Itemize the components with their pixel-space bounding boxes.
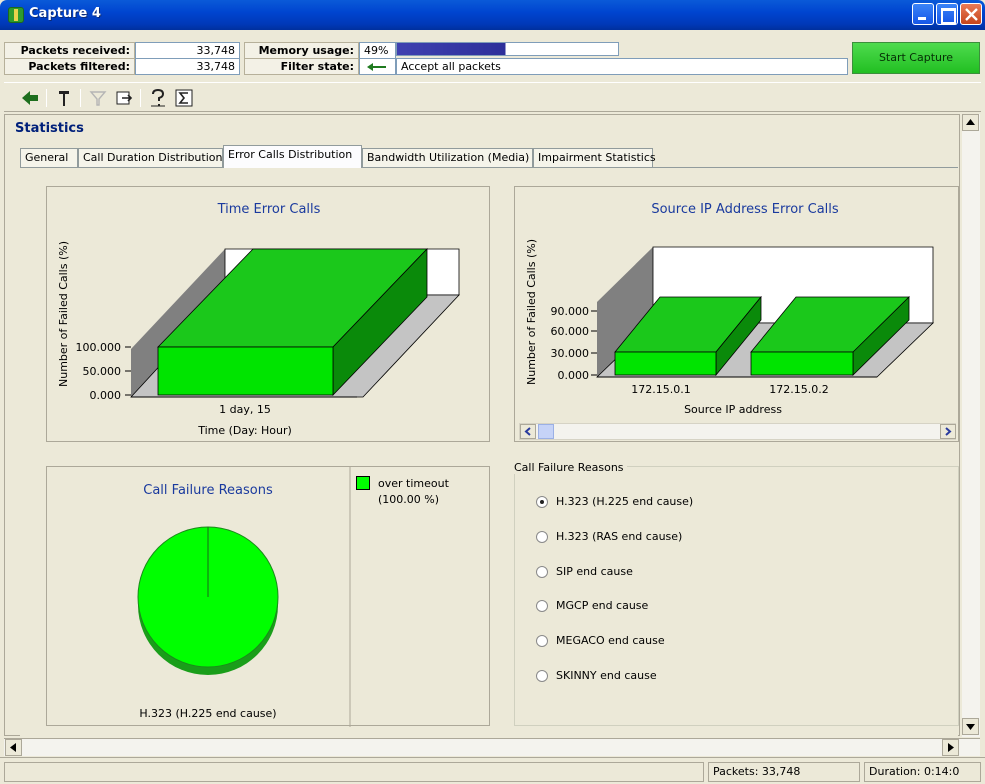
bar-front <box>750 351 854 376</box>
status-message <box>4 762 704 782</box>
y-tick-label: 100.000 <box>76 341 122 354</box>
x-axis-label: Source IP address <box>684 403 782 416</box>
tab-bandwidth-utilization[interactable]: Bandwidth Utilization (Media) <box>362 148 533 167</box>
x-tick-label: 172.15.0.2 <box>769 383 828 396</box>
packets-filtered-value: 33,748 <box>135 58 240 75</box>
x-tick-label: 1 day, 15 <box>219 403 271 416</box>
close-icon <box>965 8 978 21</box>
filter-state-value: Accept all packets <box>396 58 848 75</box>
radio-button[interactable] <box>536 635 548 647</box>
scroll-right-button[interactable] <box>940 424 956 439</box>
legend-swatch <box>356 476 370 490</box>
chart-title: Call Failure Reasons <box>143 483 273 498</box>
tab-error-calls-distribution[interactable]: Error Calls Distribution <box>223 145 362 168</box>
statistics-title: Statistics <box>15 121 84 136</box>
horizontal-scrollbar[interactable] <box>4 738 980 756</box>
pie-caption: H.323 (H.225 end cause) <box>139 707 276 720</box>
bar-front <box>614 351 717 376</box>
toolbar <box>4 82 981 112</box>
y-tick-label: 30.000 <box>551 347 590 360</box>
radio-button[interactable] <box>536 670 548 682</box>
memory-usage-label: Memory usage: <box>244 42 359 59</box>
scroll-down-button[interactable] <box>962 718 979 735</box>
radio-label: MEGACO end cause <box>556 634 665 647</box>
time-error-calls-chart: 100.000 50.000 0.000 1 day, 15 Time (Day… <box>57 202 460 437</box>
radio-label: MGCP end cause <box>556 599 649 612</box>
maximize-button[interactable] <box>936 3 958 25</box>
legend-label: over timeout <box>378 477 450 490</box>
packets-filtered-label: Packets filtered: <box>4 58 135 75</box>
back-arrow-icon[interactable] <box>20 88 40 108</box>
y-tick-label: 60.000 <box>551 325 590 338</box>
tab-call-duration-distribution[interactable]: Call Duration Distribution <box>78 148 223 167</box>
chart-title: Source IP Address Error Calls <box>651 202 839 217</box>
pin-icon[interactable] <box>54 88 74 108</box>
title-bar: Capture 4 <box>0 0 985 30</box>
memory-usage-value: 49% <box>359 42 396 59</box>
minimize-button[interactable] <box>912 3 934 25</box>
filter-state-icon-cell <box>359 58 396 75</box>
status-bar: Packets: 33,748 Duration: 0:14:0 <box>0 757 985 784</box>
chevron-left-icon <box>524 427 531 436</box>
vertical-scrollbar[interactable] <box>961 114 980 737</box>
tab-general[interactable]: General <box>20 148 78 167</box>
triangle-down-icon <box>966 724 975 730</box>
legend-value: (100.00 %) <box>378 493 439 506</box>
packets-received-label: Packets received: <box>4 42 135 59</box>
capture-info-panel: Packets received: 33,748 Packets filtere… <box>4 31 981 77</box>
close-button[interactable] <box>960 3 982 25</box>
app-icon <box>8 7 24 23</box>
x-axis-label: Time (Day: Hour) <box>197 424 292 437</box>
filter-icon[interactable] <box>88 88 108 108</box>
triangle-left-icon <box>10 743 16 752</box>
chart-hscroll[interactable] <box>519 423 956 440</box>
radio-button[interactable] <box>536 566 548 578</box>
bar-front <box>157 346 334 396</box>
triangle-right-icon <box>948 743 954 752</box>
source-ip-error-calls-chart: 90.000 60.000 30.000 0.000 172.15.0.1 17… <box>525 202 934 416</box>
radio-button[interactable] <box>536 496 548 508</box>
status-duration: Duration: 0:14:0 <box>864 762 981 782</box>
x-tick-label: 172.15.0.1 <box>631 383 690 396</box>
call-failure-pie-chart: Call Failure Reasons H.323 (H.225 end ca… <box>137 467 450 727</box>
scroll-left-button[interactable] <box>520 424 536 439</box>
radio-label: H.323 (H.225 end cause) <box>556 495 694 508</box>
chevron-right-icon <box>945 427 952 436</box>
scroll-thumb[interactable] <box>538 424 554 439</box>
sum-icon[interactable] <box>174 88 194 108</box>
y-axis-label: Number of Failed Calls (%) <box>57 241 70 387</box>
call-failure-pie-panel: Call Failure Reasons H.323 (H.225 end ca… <box>46 466 490 727</box>
filter-state-label: Filter state: <box>244 58 359 75</box>
radio-label: H.323 (RAS end cause) <box>556 530 683 543</box>
chart-title: Time Error Calls <box>217 202 321 217</box>
tab-impairment-statistics[interactable]: Impairment Statistics <box>533 148 656 167</box>
scroll-right-button[interactable] <box>942 739 959 756</box>
triangle-up-icon <box>966 119 975 125</box>
radio-label: SKINNY end cause <box>556 669 657 682</box>
memory-usage-bar <box>396 42 619 56</box>
source-ip-error-calls-panel: 90.000 60.000 30.000 0.000 172.15.0.1 17… <box>514 186 959 442</box>
arrow-left-icon <box>367 63 386 71</box>
radio-label: SIP end cause <box>556 565 633 578</box>
window-title: Capture 4 <box>29 6 101 21</box>
radio-button[interactable] <box>536 531 548 543</box>
y-tick-label: 50.000 <box>83 365 122 378</box>
y-tick-label: 0.000 <box>558 369 590 382</box>
y-tick-label: 0.000 <box>90 389 122 402</box>
time-error-calls-panel: 100.000 50.000 0.000 1 day, 15 Time (Day… <box>46 186 490 442</box>
scroll-up-button[interactable] <box>962 114 979 131</box>
status-packets: Packets: 33,748 <box>708 762 860 782</box>
y-tick-label: 90.000 <box>551 305 590 318</box>
export-icon[interactable] <box>114 88 134 108</box>
help-icon[interactable] <box>148 88 168 108</box>
start-capture-button[interactable]: Start Capture <box>852 42 980 74</box>
group-label: Call Failure Reasons <box>511 461 627 474</box>
packets-received-value: 33,748 <box>135 42 240 59</box>
y-axis-label: Number of Failed Calls (%) <box>525 239 538 385</box>
scroll-left-button[interactable] <box>5 739 22 756</box>
radio-button[interactable] <box>536 600 548 612</box>
